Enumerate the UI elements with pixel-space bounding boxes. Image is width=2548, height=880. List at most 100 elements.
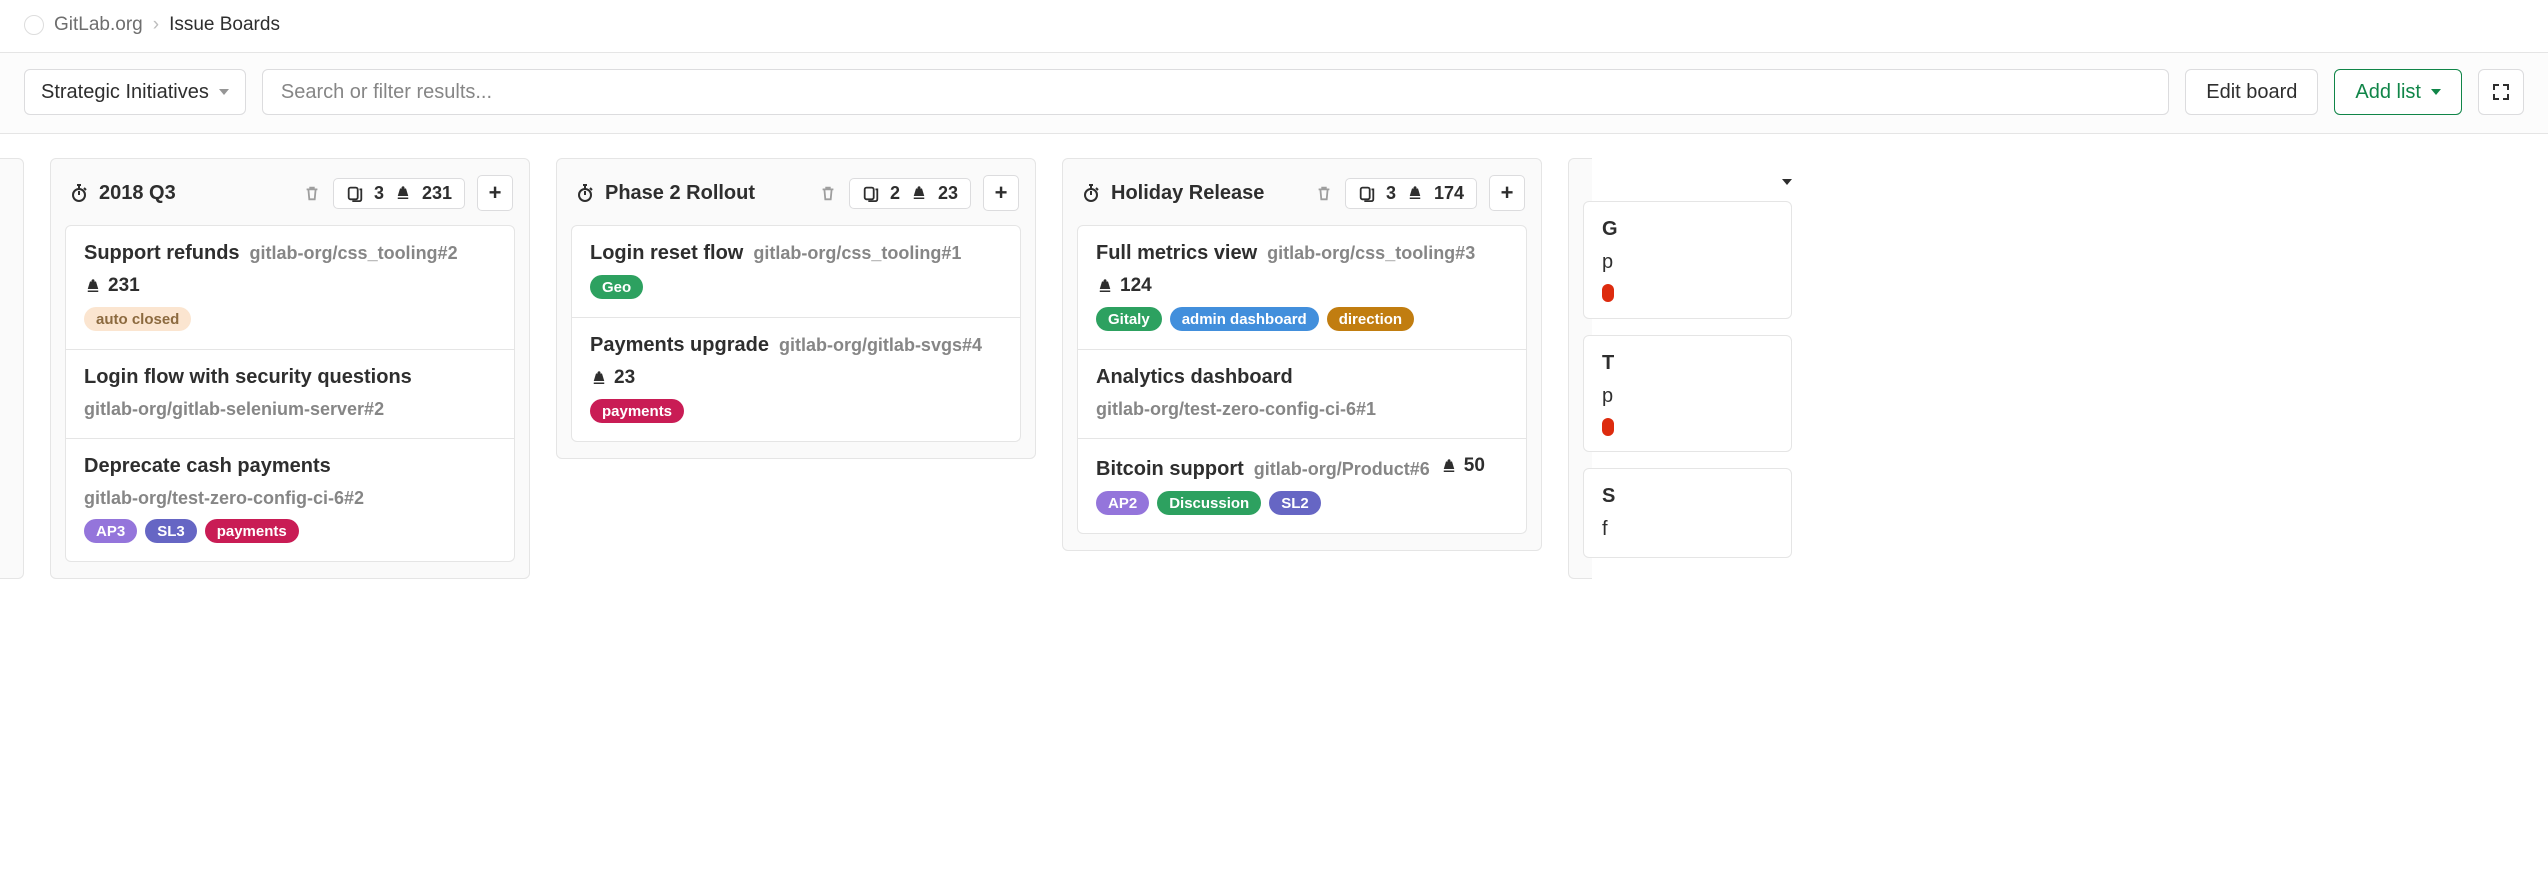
issue-card[interactable]: Bitcoin support gitlab-org/Product#6 50 AP… <box>1077 439 1527 534</box>
issue-title: Deprecate cash payments <box>84 455 331 478</box>
weight-total: 174 <box>1434 183 1464 204</box>
stopwatch-icon <box>69 183 89 203</box>
trash-icon[interactable] <box>303 184 321 202</box>
add-issue-button[interactable]: + <box>477 175 513 211</box>
weight-icon <box>590 369 608 387</box>
issue-ref: gitlab-org/gitlab-selenium-server#2 <box>84 399 384 420</box>
issue-weight: 50 <box>1440 455 1485 477</box>
cards-icon <box>1358 184 1376 202</box>
issue-labels: AP2 Discussion SL2 <box>1096 491 1508 515</box>
issue-labels: payments <box>590 399 1002 423</box>
cards-icon <box>862 184 880 202</box>
cards-icon <box>346 184 364 202</box>
stopwatch-icon <box>575 183 595 203</box>
label[interactable]: SL2 <box>1269 491 1321 515</box>
issue-card[interactable]: Deprecate cash payments gitlab-org/test-z… <box>65 439 515 562</box>
issue-card[interactable]: Sf <box>1583 468 1792 558</box>
list-body: Login reset flow gitlab-org/css_tooling#1… <box>557 225 1035 458</box>
issue-count: 3 <box>374 183 384 204</box>
issue-ref: gitlab-org/Product#6 <box>1254 459 1430 480</box>
issue-labels: Geo <box>590 275 1002 299</box>
add-issue-button[interactable]: + <box>1489 175 1525 211</box>
list-header: Phase 2 Rollout 2 23 + <box>557 159 1035 225</box>
breadcrumb-page[interactable]: Issue Boards <box>169 14 280 36</box>
issue-ref: gitlab-org/css_tooling#1 <box>753 243 961 264</box>
fullscreen-button[interactable] <box>2478 69 2524 115</box>
board-selector-label: Strategic Initiatives <box>41 81 209 104</box>
label[interactable]: direction <box>1327 307 1414 331</box>
label[interactable]: payments <box>205 519 299 543</box>
issue-ref: gitlab-org/gitlab-svgs#4 <box>779 335 982 356</box>
issue-card[interactable]: Gp <box>1583 201 1792 319</box>
issue-labels: AP3 SL3 payments <box>84 519 496 543</box>
list-sliver-right[interactable]: Gp Tp Sf <box>1568 158 1592 579</box>
search-input[interactable] <box>262 69 2169 115</box>
issue-card[interactable]: Login flow with security questions gitlab… <box>65 350 515 439</box>
edit-board-button[interactable]: Edit board <box>2185 69 2318 115</box>
chevron-down-icon <box>2431 89 2441 95</box>
list-body: Support refundsgitlab-org/css_tooling#2 … <box>51 225 529 578</box>
issue-count: 3 <box>1386 183 1396 204</box>
chevron-down-icon <box>219 89 229 95</box>
issue-weight: 23 <box>590 367 635 389</box>
chevron-down-icon[interactable] <box>1782 179 1792 185</box>
weight-icon <box>394 184 412 202</box>
label[interactable]: SL3 <box>145 519 197 543</box>
org-avatar <box>24 15 44 35</box>
weight-icon <box>1440 457 1458 475</box>
label[interactable]: AP3 <box>84 519 137 543</box>
list-header: 2018 Q3 3 231 + <box>51 159 529 225</box>
issue-ref: gitlab-org/test-zero-config-ci-6#1 <box>1096 399 1376 420</box>
label[interactable]: Geo <box>590 275 643 299</box>
issue-ref: gitlab-org/test-zero-config-ci-6#2 <box>84 488 364 509</box>
issue-weight: 231 <box>84 275 140 297</box>
list-title: 2018 Q3 <box>99 182 176 205</box>
trash-icon[interactable] <box>819 184 837 202</box>
add-list-button[interactable]: Add list <box>2334 69 2462 115</box>
breadcrumb-separator: › <box>153 14 159 36</box>
issue-card[interactable]: Payments upgrade gitlab-org/gitlab-svgs#4… <box>571 318 1021 442</box>
label[interactable]: Gitaly <box>1096 307 1162 331</box>
issue-title: Login flow with security questions <box>84 366 412 389</box>
label[interactable]: payments <box>590 399 684 423</box>
label[interactable]: auto closed <box>84 307 191 331</box>
board-lists: 2018 Q3 3 231 + Support refundsgitlab-org/… <box>0 134 2548 603</box>
weight-icon <box>1406 184 1424 202</box>
issue-labels: auto closed <box>84 307 496 331</box>
issue-title: Analytics dashboard <box>1096 366 1293 389</box>
weight-total: 231 <box>422 183 452 204</box>
breadcrumb-org[interactable]: GitLab.org <box>54 14 143 36</box>
issue-card[interactable]: Tp <box>1583 335 1792 453</box>
weight-icon <box>84 277 102 295</box>
issue-title: Login reset flow <box>590 242 743 265</box>
board-selector[interactable]: Strategic Initiatives <box>24 69 246 115</box>
label[interactable]: admin dashboard <box>1170 307 1319 331</box>
issue-labels: Gitaly admin dashboard direction <box>1096 307 1508 331</box>
expand-icon <box>2491 82 2511 102</box>
issue-card[interactable]: Login reset flow gitlab-org/css_tooling#1… <box>571 225 1021 318</box>
issue-count: 2 <box>890 183 900 204</box>
issue-card[interactable]: Analytics dashboard gitlab-org/test-zero-… <box>1077 350 1527 439</box>
board-list: Holiday Release 3 174 + Full metrics viewg… <box>1062 158 1542 551</box>
board-toolbar: Strategic Initiatives Edit board Add lis… <box>0 52 2548 134</box>
issue-title: Bitcoin support <box>1096 458 1244 481</box>
edit-board-label: Edit board <box>2206 81 2297 104</box>
issue-card[interactable]: Support refundsgitlab-org/css_tooling#2 … <box>65 225 515 350</box>
add-issue-button[interactable]: + <box>983 175 1019 211</box>
board-list: 2018 Q3 3 231 + Support refundsgitlab-org/… <box>50 158 530 579</box>
list-title: Phase 2 Rollout <box>605 182 755 205</box>
breadcrumb: GitLab.org › Issue Boards <box>0 0 2548 52</box>
weight-icon <box>1096 277 1114 295</box>
board-list: Phase 2 Rollout 2 23 + Login reset flow git… <box>556 158 1036 459</box>
issue-card[interactable]: Full metrics viewgitlab-org/css_tooling#… <box>1077 225 1527 350</box>
list-sliver-left[interactable] <box>0 158 24 579</box>
list-counts: 3 174 <box>1345 178 1477 209</box>
issue-title: Payments upgrade <box>590 334 769 357</box>
issue-ref: gitlab-org/css_tooling#2 <box>250 243 458 264</box>
list-counts: 2 23 <box>849 178 971 209</box>
trash-icon[interactable] <box>1315 184 1333 202</box>
list-title: Holiday Release <box>1111 182 1264 205</box>
issue-ref: gitlab-org/css_tooling#3 <box>1267 243 1475 264</box>
label[interactable]: Discussion <box>1157 491 1261 515</box>
label[interactable]: AP2 <box>1096 491 1149 515</box>
